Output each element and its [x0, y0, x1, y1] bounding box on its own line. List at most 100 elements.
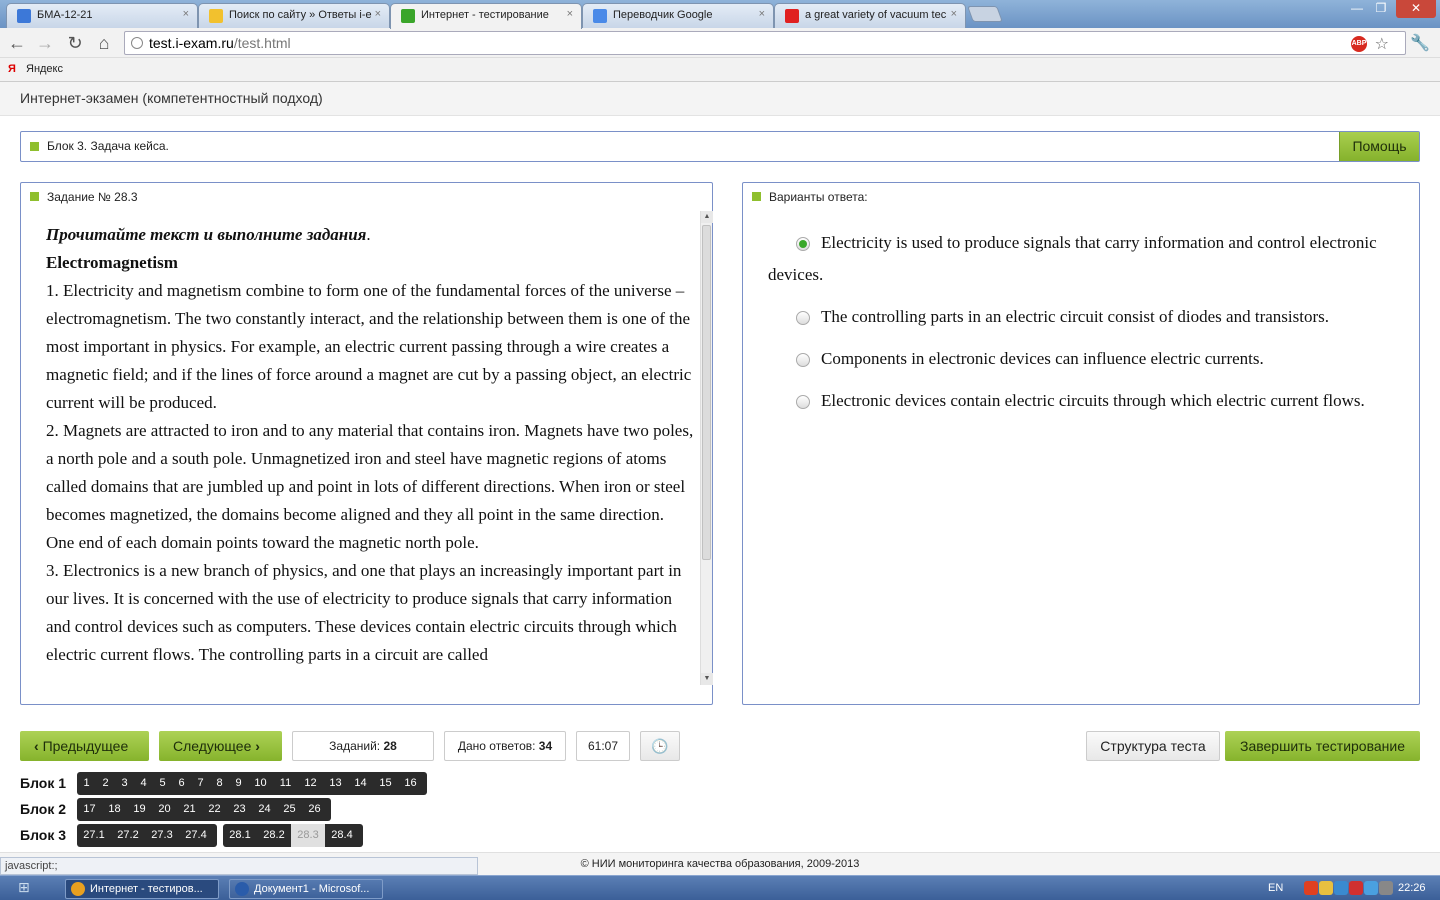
new-tab-button[interactable] — [967, 6, 1003, 22]
tray-icon[interactable] — [1364, 881, 1378, 895]
question-link[interactable]: 8 — [210, 772, 229, 795]
question-link[interactable]: 11 — [273, 772, 298, 795]
tab-close-icon[interactable]: × — [951, 8, 957, 20]
windows-taskbar: ⊞ Интернет - тестиров... Документ1 - Micr… — [0, 875, 1440, 900]
block-label: Блок 2 — [20, 801, 67, 817]
answer-radio-3[interactable] — [796, 353, 810, 367]
maximize-button[interactable]: ❐ — [1366, 0, 1396, 18]
favicon-icon — [593, 9, 607, 23]
browser-tab[interactable]: Переводчик Google × — [582, 3, 774, 28]
bookmark-star-icon[interactable]: ☆ — [1375, 34, 1389, 54]
tab-close-icon[interactable]: × — [759, 8, 765, 20]
app-icon — [235, 882, 249, 896]
tab-close-icon[interactable]: × — [375, 8, 381, 20]
question-group: 17 18 19 20 21 22 23 24 25 26 — [77, 798, 331, 821]
question-link[interactable]: 27.1 — [77, 824, 111, 847]
tab-close-icon[interactable]: × — [183, 8, 189, 20]
browser-tab[interactable]: Поиск по сайту » Ответы i-e × — [198, 3, 390, 28]
app-icon — [71, 882, 85, 896]
start-button[interactable]: ⊞ — [18, 879, 46, 898]
question-link[interactable]: 3 — [115, 772, 134, 795]
answer-radio-2[interactable] — [796, 311, 810, 325]
question-link[interactable]: 19 — [127, 798, 152, 821]
next-button[interactable]: Следующее › — [159, 731, 282, 761]
tray-icon[interactable] — [1304, 881, 1318, 895]
reload-icon[interactable]: ↻ — [64, 32, 86, 54]
forward-arrow-icon[interactable]: → — [34, 32, 56, 54]
previous-button[interactable]: ‹ Предыдущее — [20, 731, 149, 761]
taskbar-task[interactable]: Интернет - тестиров... — [65, 879, 219, 899]
task-scrollbar[interactable]: ▲ ▼ — [700, 211, 713, 685]
close-window-button[interactable]: ✕ — [1396, 0, 1436, 18]
test-structure-button[interactable]: Структура теста — [1086, 731, 1220, 761]
question-link[interactable]: 15 — [373, 772, 398, 795]
question-link[interactable]: 17 — [77, 798, 102, 821]
answer-option-3[interactable]: Components in electronic devices can inf… — [821, 343, 1411, 375]
question-link[interactable]: 5 — [153, 772, 172, 795]
browser-tab[interactable]: a great variety of vacuum tec × — [774, 3, 966, 28]
question-link[interactable]: 27.2 — [111, 824, 145, 847]
scroll-up-icon[interactable]: ▲ — [701, 211, 713, 223]
previous-label: Предыдущее — [42, 738, 129, 754]
question-link[interactable]: 28.3 — [291, 824, 325, 847]
question-link[interactable]: 28.2 — [257, 824, 291, 847]
tray-icon[interactable] — [1334, 881, 1348, 895]
answer-radio-4[interactable] — [796, 395, 810, 409]
adblock-icon[interactable]: ABP — [1351, 36, 1367, 52]
answer-option-4[interactable]: Electronic devices contain electric circ… — [821, 385, 1417, 417]
tab-close-icon[interactable]: × — [567, 8, 573, 20]
finish-test-button[interactable]: Завершить тестирование — [1225, 731, 1420, 761]
question-link[interactable]: 14 — [348, 772, 373, 795]
question-link[interactable]: 12 — [298, 772, 323, 795]
question-link[interactable]: 6 — [172, 772, 191, 795]
question-link[interactable]: 13 — [323, 772, 348, 795]
answer-option-1[interactable]: Electricity is used to produce signals t… — [768, 227, 1388, 291]
back-arrow-icon[interactable]: ← — [6, 32, 28, 54]
question-link[interactable]: 7 — [191, 772, 210, 795]
task-intro: Прочитайте текст и выполните задания — [46, 225, 367, 244]
question-link[interactable]: 26 — [302, 798, 327, 821]
answer-option-2[interactable]: The controlling parts in an electric cir… — [821, 301, 1411, 333]
url-path: /test.html — [233, 35, 291, 51]
taskbar-task[interactable]: Документ1 - Microsof... — [229, 879, 383, 899]
question-link[interactable]: 24 — [252, 798, 277, 821]
bookmark-yandex[interactable]: Я Яндекс — [8, 63, 63, 75]
tray-icon[interactable] — [1379, 881, 1393, 895]
page-info-icon[interactable] — [131, 37, 143, 49]
wrench-menu-icon[interactable]: 🔧 — [1410, 33, 1430, 53]
question-link[interactable]: 27.4 — [179, 824, 213, 847]
home-icon[interactable]: ⌂ — [93, 32, 115, 54]
scroll-down-icon[interactable]: ▼ — [701, 673, 713, 685]
question-link[interactable]: 28.4 — [325, 824, 359, 847]
question-link[interactable]: 27.3 — [145, 824, 179, 847]
question-link[interactable]: 2 — [96, 772, 115, 795]
question-link[interactable]: 4 — [134, 772, 153, 795]
url-domain: test.i-exam.ru — [149, 35, 234, 51]
language-indicator[interactable]: EN — [1268, 882, 1283, 894]
browser-tab[interactable]: Интернет - тестирование × — [390, 3, 582, 29]
scroll-thumb[interactable] — [702, 225, 711, 560]
question-link[interactable]: 22 — [202, 798, 227, 821]
question-link[interactable]: 16 — [398, 772, 423, 795]
system-clock: 22:26 — [1398, 882, 1426, 894]
tray-icon[interactable] — [1319, 881, 1333, 895]
question-link[interactable]: 20 — [152, 798, 177, 821]
question-link[interactable]: 18 — [102, 798, 127, 821]
tasks-count-chip: Заданий: 28 — [292, 731, 434, 761]
clock-icon[interactable]: 🕒 — [640, 731, 680, 761]
task-paragraph: 3. Electronics is a new branch of physic… — [46, 561, 682, 664]
help-button[interactable]: Помощь — [1339, 132, 1419, 161]
chevron-left-icon: ‹ — [34, 738, 43, 754]
address-bar[interactable]: test.i-exam.ru/test.html ABP ☆ — [124, 31, 1406, 55]
question-link[interactable]: 21 — [177, 798, 202, 821]
browser-tab[interactable]: БМА-12-21 × — [6, 3, 198, 28]
tray-icon[interactable] — [1349, 881, 1363, 895]
question-link[interactable]: 28.1 — [223, 824, 257, 847]
question-link[interactable]: 10 — [248, 772, 273, 795]
block-label: Блок 1 — [20, 775, 67, 791]
answered-label: Дано ответов: — [457, 739, 536, 753]
question-link[interactable]: 25 — [277, 798, 302, 821]
question-link[interactable]: 1 — [77, 772, 96, 795]
question-link[interactable]: 23 — [227, 798, 252, 821]
question-link[interactable]: 9 — [229, 772, 248, 795]
